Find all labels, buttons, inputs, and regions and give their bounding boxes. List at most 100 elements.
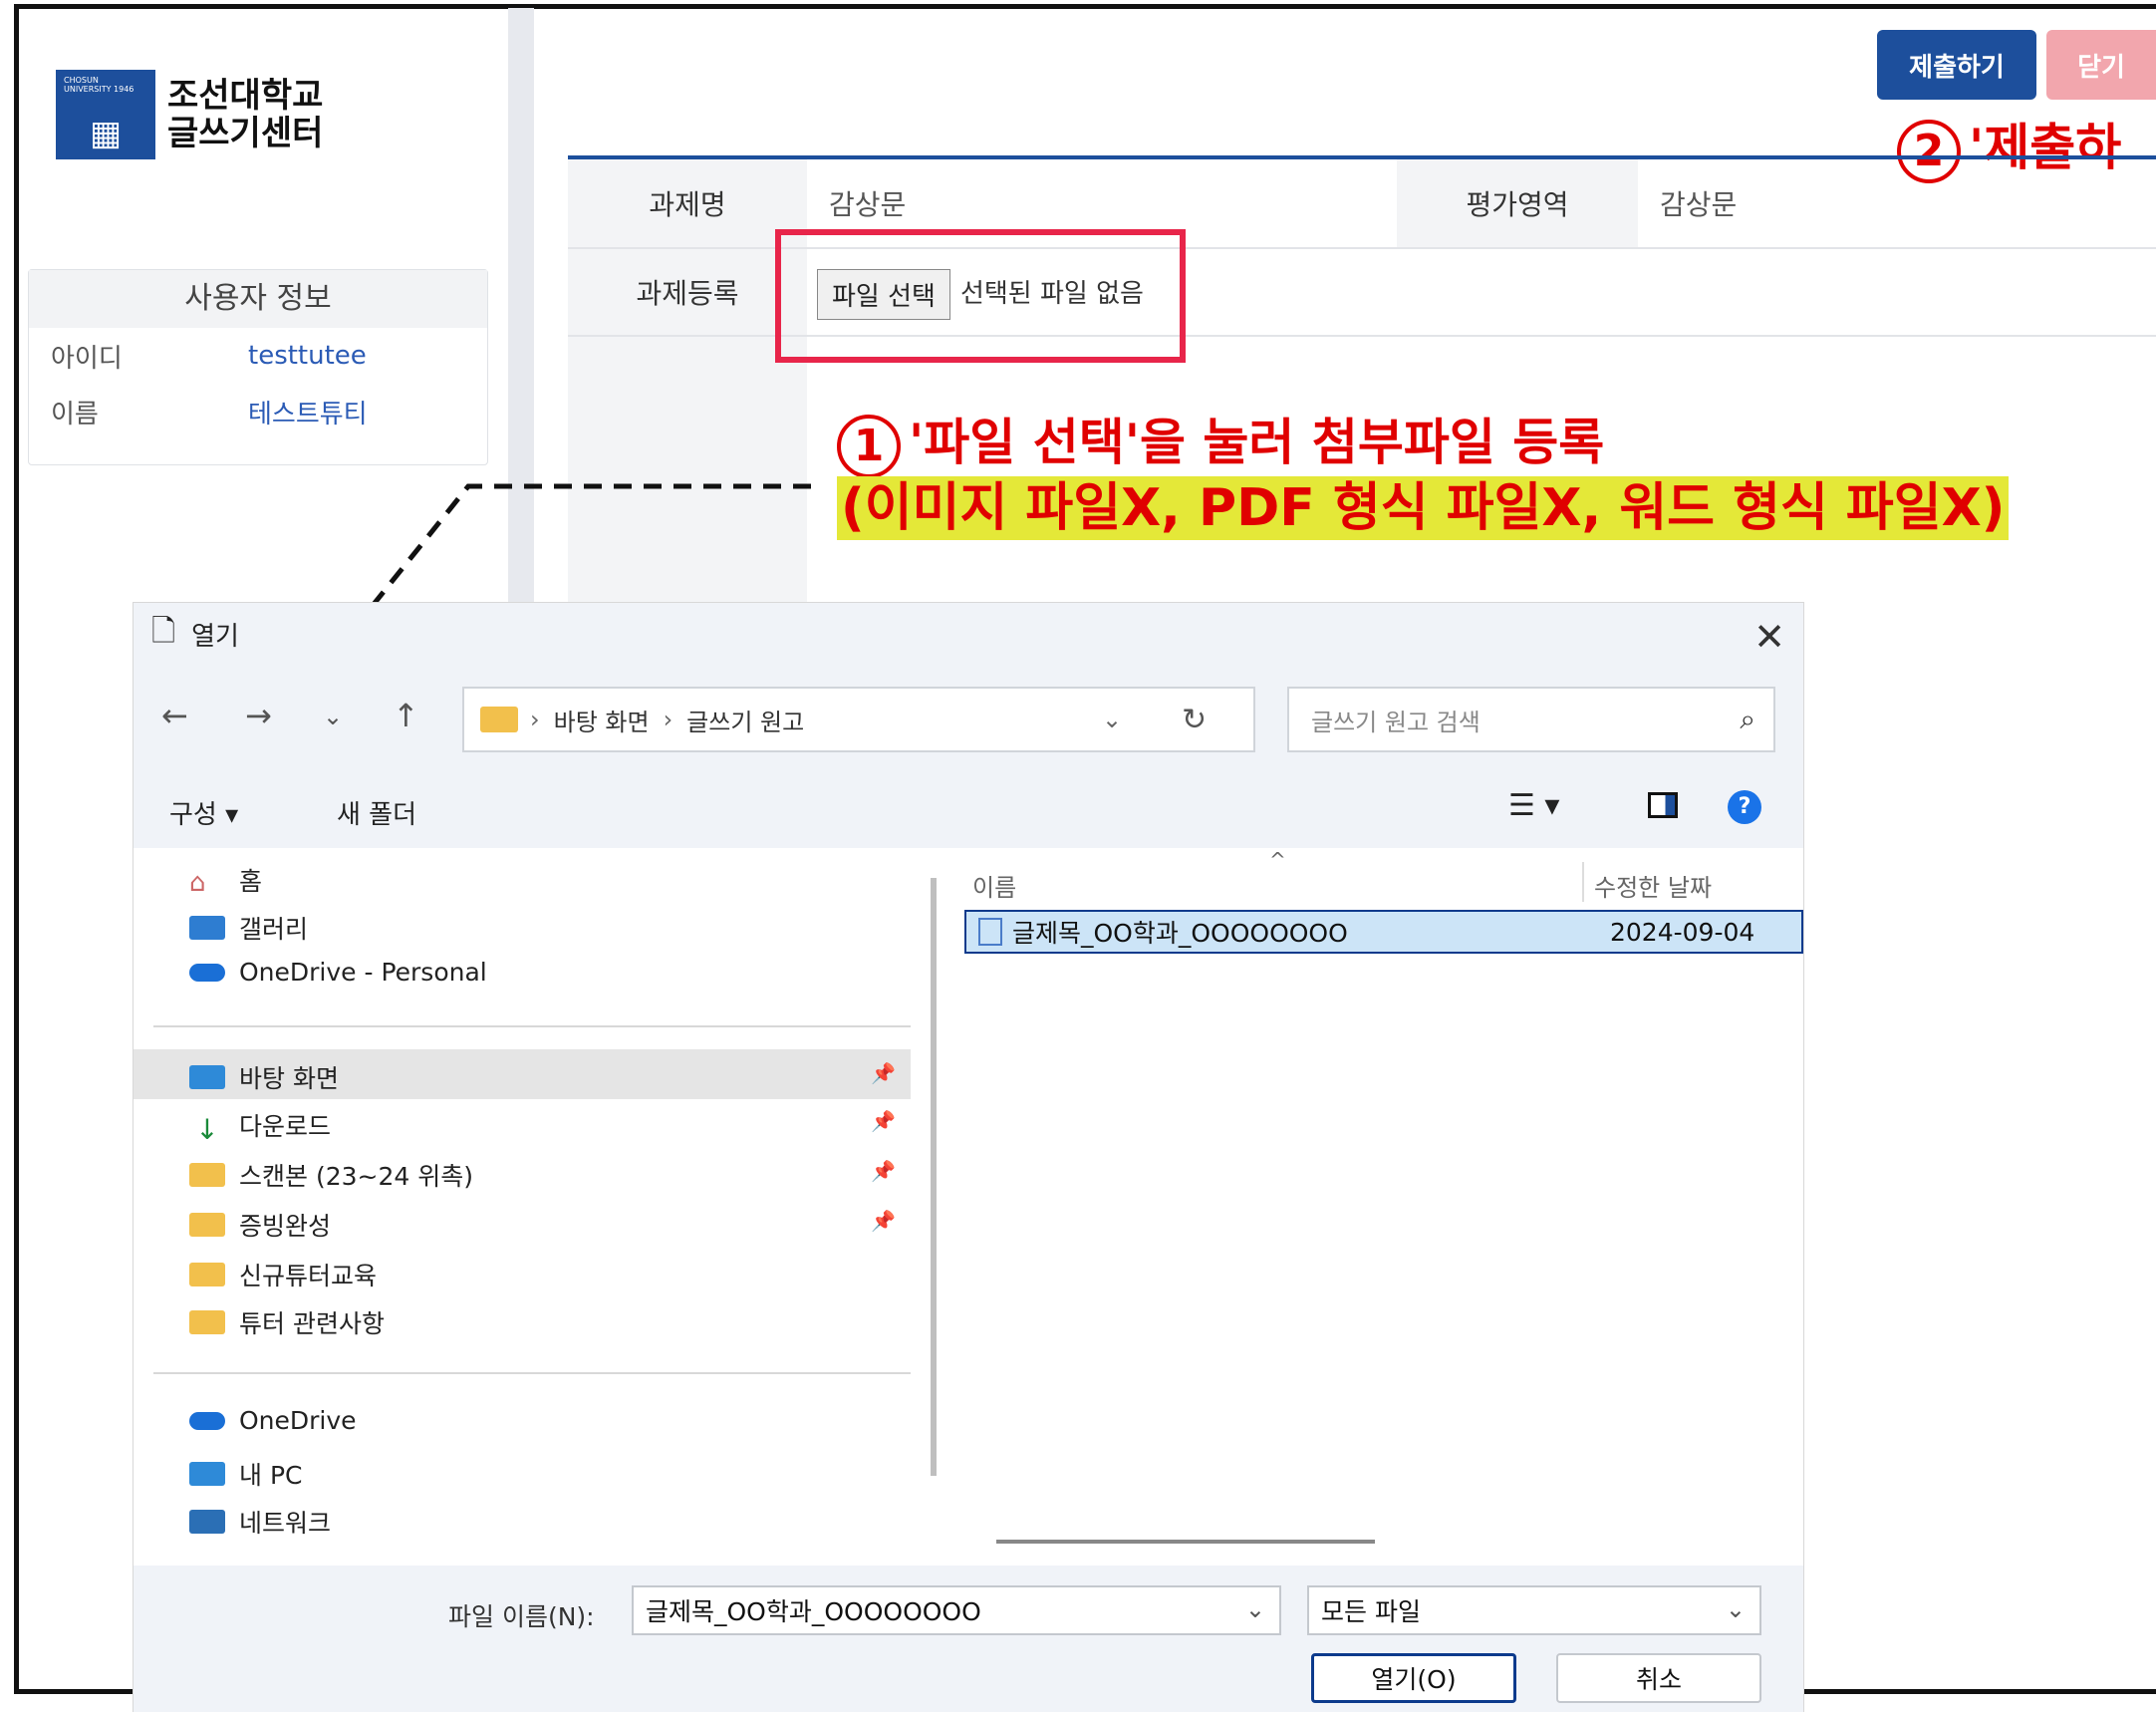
new-folder-button[interactable]: 새 폴더 xyxy=(337,794,416,831)
refresh-icon[interactable]: ↻ xyxy=(1182,703,1207,737)
nav-item-onedrive[interactable]: OneDrive xyxy=(189,1406,357,1435)
back-arrow-icon[interactable]: ← xyxy=(161,697,188,734)
gallery-icon xyxy=(189,916,225,940)
pin-icon[interactable]: 📌 xyxy=(871,1109,896,1133)
step1-text: '파일 선택'을 눌러 첨부파일 등록 xyxy=(909,414,1605,471)
user-info-row-name: 이름 테스트튜티 xyxy=(29,384,487,439)
file-list: 이름 ^ 수정한 날짜 글제목_OO학과_OOOOOOOO 2024-09-04 xyxy=(950,848,1803,1526)
nav-item-desktop[interactable]: 바탕 화면 xyxy=(189,1059,339,1095)
logo-line-2: 글쓰기센터 xyxy=(167,114,324,153)
eval-area-label: 평가영역 xyxy=(1397,159,1638,247)
user-name-label: 이름 xyxy=(51,399,99,429)
nav-label: 스캔본 (23~24 위촉) xyxy=(239,1162,473,1191)
dialog-footer: 파일 이름(N): 글제목_OO학과_OOOOOOOO ⌄ 모든 파일 ⌄ 열기… xyxy=(134,1566,1803,1712)
nav-label: 홈 xyxy=(239,867,263,896)
user-id-label: 아이디 xyxy=(51,343,123,374)
nav-label: 신규튜터교육 xyxy=(239,1262,378,1290)
nav-label: 다운로드 xyxy=(239,1112,332,1141)
view-menu-icon[interactable]: ☰ ▾ xyxy=(1508,788,1560,823)
search-placeholder: 글쓰기 원고 검색 xyxy=(1311,708,1481,736)
folder-icon xyxy=(480,707,518,732)
pin-icon[interactable]: 📌 xyxy=(871,1061,896,1085)
navigation-pane: ⌂ 홈 갤러리 OneDrive - Personal 바탕 화면 📌 ↓ 다운… xyxy=(134,848,911,1566)
nav-item-scans[interactable]: 스캔본 (23~24 위촉) xyxy=(189,1157,473,1193)
breadcrumb-desktop[interactable]: 바탕 화면 xyxy=(554,703,650,737)
list-scrollbar[interactable] xyxy=(996,1540,1375,1544)
help-icon[interactable]: ? xyxy=(1728,790,1761,824)
sort-caret-icon: ^ xyxy=(1269,848,1286,872)
nav-label: 증빙완성 xyxy=(239,1212,332,1241)
user-info-row-id: 아이디 testtutee xyxy=(29,328,487,384)
cloud-icon xyxy=(189,963,225,982)
file-row[interactable]: 글제목_OO학과_OOOOOOOO 2024-09-04 xyxy=(964,910,1803,954)
folder-icon xyxy=(189,1163,225,1187)
address-box[interactable]: › 바탕 화면 › 글쓰기 원고 ⌄ ↻ xyxy=(462,687,1255,752)
chevron-down-icon[interactable]: ⌄ xyxy=(1245,1595,1265,1623)
sidebar-divider xyxy=(508,8,534,606)
chevron-down-icon[interactable]: ⌄ xyxy=(1726,1595,1746,1623)
breadcrumb-folder[interactable]: 글쓰기 원고 xyxy=(686,703,804,737)
filename-value: 글제목_OO학과_OOOOOOOO xyxy=(646,1597,981,1626)
nav-item-downloads[interactable]: ↓ 다운로드 xyxy=(189,1107,332,1146)
search-input[interactable]: 글쓰기 원고 검색 ⌕ xyxy=(1287,687,1775,752)
filetype-select[interactable]: 모든 파일 ⌄ xyxy=(1307,1585,1761,1635)
home-icon: ⌂ xyxy=(189,868,206,898)
step1-number: 1 xyxy=(837,414,901,478)
user-info-title: 사용자 정보 xyxy=(29,270,487,328)
eval-area-value: 감상문 xyxy=(1660,188,1738,221)
dialog-titlebar: 🗋 열기 ✕ xyxy=(134,603,1803,665)
nav-item-tutor-training[interactable]: 신규튜터교육 xyxy=(189,1257,377,1292)
filetype-value: 모든 파일 xyxy=(1321,1597,1421,1626)
folder-icon xyxy=(189,1263,225,1286)
nav-label: 튜터 관련사항 xyxy=(239,1309,385,1338)
nav-item-evidence[interactable]: 증빙완성 xyxy=(189,1207,331,1243)
column-header-name[interactable]: 이름 xyxy=(972,868,1016,903)
recent-chevron-icon[interactable]: ⌄ xyxy=(323,703,343,730)
hwp-file-icon xyxy=(978,918,1002,946)
user-id-value: testtutee xyxy=(248,341,367,371)
nav-label: 내 PC xyxy=(239,1461,303,1490)
logo[interactable]: CHOSUN UNIVERSITY 1946 ▦ 조선대학교 글쓰기센터 xyxy=(56,70,323,159)
emblem-text: CHOSUN UNIVERSITY 1946 xyxy=(64,76,135,94)
nav-label: 갤러리 xyxy=(239,915,309,944)
nav-scrollbar[interactable] xyxy=(931,878,937,1476)
file-name: 글제목_OO학과_OOOOOOOO xyxy=(1012,919,1348,948)
close-button[interactable]: 닫기 xyxy=(2046,30,2156,100)
pin-icon[interactable]: 📌 xyxy=(871,1209,896,1233)
nav-label: 네트워크 xyxy=(239,1509,332,1538)
submit-button[interactable]: 제출하기 xyxy=(1877,30,2036,100)
nav-item-home[interactable]: ⌂ 홈 xyxy=(189,862,262,898)
dialog-toolbar: 구성 ▾ 새 폴더 ☰ ▾ ? xyxy=(134,772,1803,848)
filename-label: 파일 이름(N): xyxy=(448,1602,595,1631)
cancel-button[interactable]: 취소 xyxy=(1556,1653,1761,1703)
preview-pane-icon[interactable] xyxy=(1648,792,1678,818)
up-arrow-icon[interactable]: ↑ xyxy=(393,697,419,734)
nav-item-onedrive-personal[interactable]: OneDrive - Personal xyxy=(189,958,487,987)
file-select-highlight xyxy=(775,229,1186,363)
user-info-panel: 사용자 정보 아이디 testtutee 이름 테스트튜티 xyxy=(28,269,488,465)
column-header-modified[interactable]: 수정한 날짜 xyxy=(1594,868,1712,903)
nav-item-this-pc[interactable]: 내 PC xyxy=(189,1456,302,1492)
column-divider[interactable] xyxy=(1582,862,1584,902)
chevron-right-icon: › xyxy=(663,706,674,733)
download-icon: ↓ xyxy=(195,1113,219,1146)
chevron-right-icon: › xyxy=(530,706,540,733)
organize-menu[interactable]: 구성 ▾ xyxy=(169,794,238,831)
university-emblem: CHOSUN UNIVERSITY 1946 ▦ xyxy=(56,70,155,159)
step1-subtext: (이미지 파일X, PDF 형식 파일X, 워드 형식 파일X) xyxy=(837,476,2010,540)
desktop-icon xyxy=(189,1065,225,1089)
file-modified: 2024-09-04 xyxy=(1610,917,1755,947)
folder-icon xyxy=(189,1310,225,1334)
nav-item-gallery[interactable]: 갤러리 xyxy=(189,910,308,946)
close-icon[interactable]: ✕ xyxy=(1753,615,1785,659)
pin-icon[interactable]: 📌 xyxy=(871,1159,896,1183)
filename-input[interactable]: 글제목_OO학과_OOOOOOOO ⌄ xyxy=(632,1585,1281,1635)
file-open-dialog: 🗋 열기 ✕ ← → ⌄ ↑ › 바탕 화면 › 글쓰기 원고 ⌄ ↻ 글쓰기 … xyxy=(134,603,1803,1712)
nav-item-network[interactable]: 네트워크 xyxy=(189,1504,331,1540)
task-name-label: 과제명 xyxy=(568,159,807,247)
nav-item-tutor-matters[interactable]: 튜터 관련사항 xyxy=(189,1304,385,1340)
open-button[interactable]: 열기(O) xyxy=(1311,1653,1516,1703)
forward-arrow-icon[interactable]: → xyxy=(245,697,272,734)
chevron-down-icon[interactable]: ⌄ xyxy=(1102,706,1122,733)
dialog-title: 열기 xyxy=(191,621,239,652)
